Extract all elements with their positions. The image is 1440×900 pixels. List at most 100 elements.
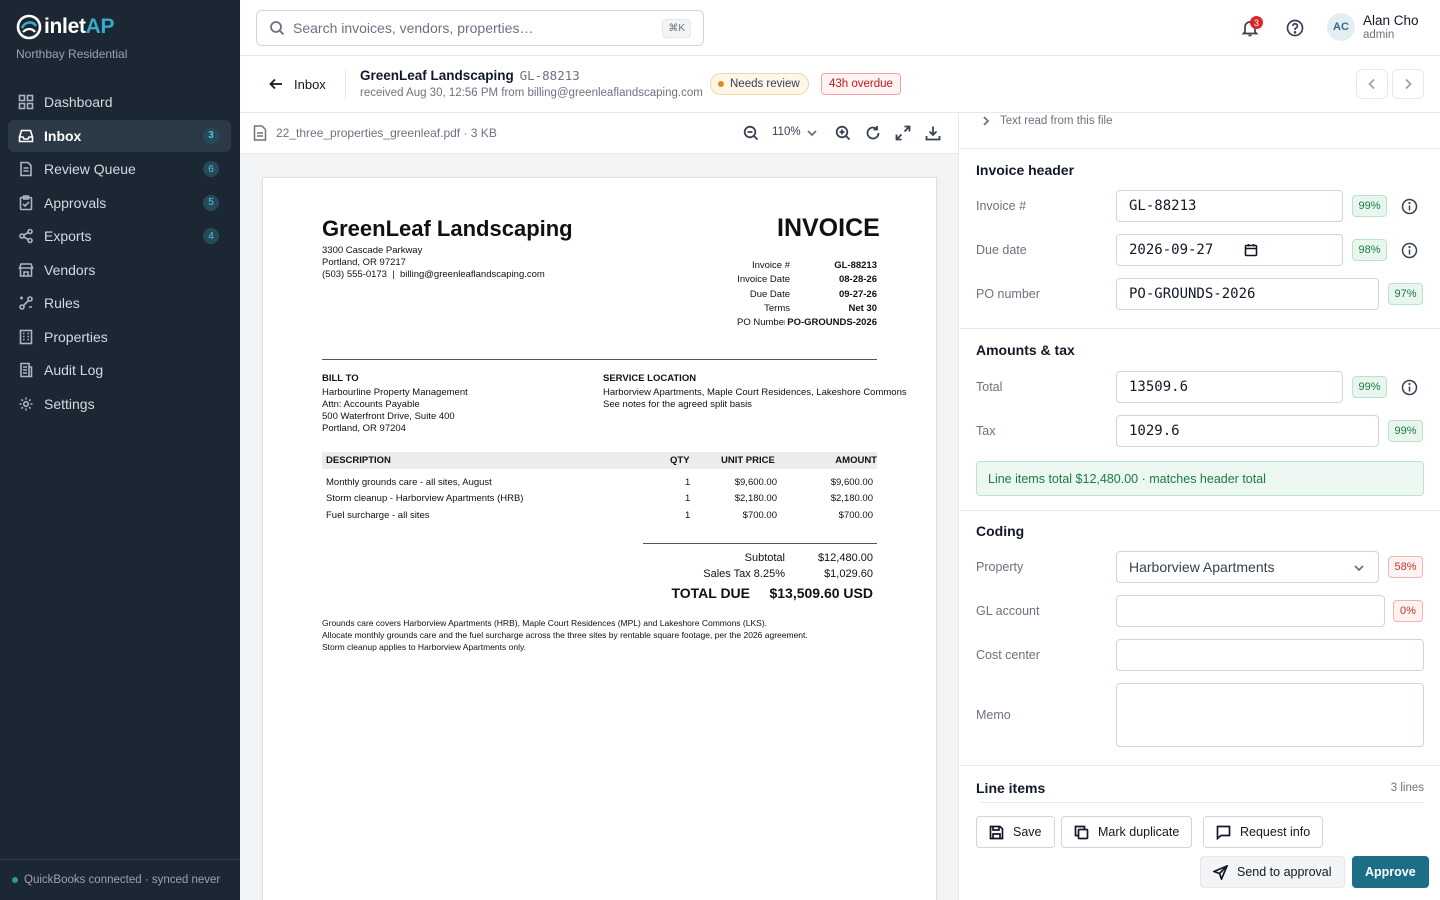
section-line-items-title: Line items xyxy=(976,780,1046,796)
sidebar-item-dashboard[interactable]: Dashboard xyxy=(8,86,231,118)
vendor-name: GreenLeaf Landscaping xyxy=(360,68,514,83)
sidebar-item-rules[interactable]: Rules xyxy=(8,287,231,319)
column-header-amount: AMOUNT xyxy=(835,455,877,466)
mark-duplicate-button[interactable]: Mark duplicate xyxy=(1061,816,1193,848)
sidebar-item-label: Exports xyxy=(44,228,92,244)
sync-status-text: QuickBooks connected · synced never xyxy=(24,874,221,886)
invoice-number-label: Invoice # xyxy=(976,199,1027,213)
fullscreen-icon[interactable] xyxy=(895,125,911,141)
copy-icon xyxy=(1074,825,1089,839)
invoice-vendor-address-2: Portland, OR 97217 xyxy=(322,257,406,268)
sidebar-count-badge: 4 xyxy=(203,228,219,244)
sidebar-count-badge: 6 xyxy=(203,161,219,177)
sidebar-item-properties[interactable]: Properties xyxy=(8,321,231,353)
user-name: Alan Cho xyxy=(1363,13,1419,28)
po-number-field[interactable]: PO-GROUNDS-2026 xyxy=(1116,278,1379,310)
invoice-number-field[interactable]: GL-88213 xyxy=(1116,190,1343,222)
back-label: Inbox xyxy=(294,76,326,92)
info-icon[interactable] xyxy=(1401,242,1418,259)
zoom-in-icon[interactable] xyxy=(835,125,851,141)
zoom-level[interactable]: 110% xyxy=(772,126,801,138)
gl-account-label: GL account xyxy=(976,604,1040,618)
confidence-badge: 99% xyxy=(1352,376,1387,398)
help-icon[interactable] xyxy=(1285,18,1305,38)
invoice-meta-label: Invoice # xyxy=(751,260,790,271)
dashboard-icon xyxy=(18,94,34,110)
send-to-approval-button[interactable]: Send to approval xyxy=(1200,856,1345,888)
sidebar-item-exports[interactable]: Exports 4 xyxy=(8,220,231,252)
brand-name: inletAP xyxy=(44,15,115,38)
sync-status: QuickBooks connected · synced never xyxy=(0,859,240,900)
sidebar-item-audit-log[interactable]: Audit Log xyxy=(8,354,231,386)
invoice-vendor-contact: (503) 555-0173 | billing@greenleaflandsc… xyxy=(322,269,545,280)
service-location-line: Harborview Apartments, Maple Court Resid… xyxy=(603,387,907,398)
sidebar-item-settings[interactable]: Settings xyxy=(8,388,231,420)
property-select[interactable]: Harborview Apartments xyxy=(1116,551,1379,583)
line-item-unit-price: $700.00 xyxy=(742,510,777,521)
invoice-doc-type: INVOICE xyxy=(777,214,880,242)
sidebar-item-vendors[interactable]: Vendors xyxy=(8,254,231,286)
sidebar-item-approvals[interactable]: Approvals 5 xyxy=(8,187,231,219)
file-name: 22_three_properties_greenleaf.pdf · 3 KB xyxy=(276,126,497,140)
rotate-icon[interactable] xyxy=(865,125,881,141)
zoom-out-icon[interactable] xyxy=(743,125,759,141)
invoice-vendor-name: GreenLeaf Landscaping xyxy=(322,216,573,241)
cost-center-label: Cost center xyxy=(976,648,1040,662)
back-to-inbox-link[interactable]: Inbox xyxy=(268,76,326,92)
next-invoice-button[interactable] xyxy=(1392,69,1424,99)
log-icon xyxy=(20,362,33,378)
arrow-left-icon xyxy=(269,78,282,90)
invoice-meta-value: PO-GROUNDS-2026 xyxy=(787,317,877,328)
subtotal-label: Subtotal xyxy=(744,552,785,564)
po-number-label: PO number xyxy=(976,287,1040,301)
logo-icon xyxy=(16,14,42,40)
cost-center-field[interactable] xyxy=(1116,639,1424,671)
divider xyxy=(960,148,1440,149)
sidebar-item-label: Rules xyxy=(44,295,80,311)
bill-to-line: Portland, OR 97204 xyxy=(322,423,406,434)
memo-field[interactable] xyxy=(1116,683,1424,747)
search-input[interactable] xyxy=(293,20,653,36)
service-location-line: See notes for the agreed split basis xyxy=(603,399,752,410)
search-box[interactable]: ⌘K xyxy=(256,10,704,46)
invoice-meta-value: 09-27-26 xyxy=(838,289,877,300)
line-items-count: 3 lines xyxy=(1390,782,1424,794)
avatar[interactable]: AC xyxy=(1327,13,1355,41)
previous-invoice-button[interactable] xyxy=(1356,69,1388,99)
brand[interactable]: inletAP xyxy=(16,14,115,40)
info-icon[interactable] xyxy=(1401,379,1418,396)
gear-icon xyxy=(19,397,33,410)
total-due-value: $13,509.60 USD xyxy=(769,585,873,601)
page-title: GreenLeaf Landscaping GL-88213 xyxy=(360,68,580,83)
info-icon[interactable] xyxy=(1401,198,1418,215)
request-info-button[interactable]: Request info xyxy=(1203,816,1324,848)
sidebar-item-inbox[interactable]: Inbox 3 xyxy=(8,119,231,152)
approve-label: Approve xyxy=(1365,865,1416,879)
tax-field[interactable]: 1029.6 xyxy=(1116,415,1379,447)
approve-button[interactable]: Approve xyxy=(1352,856,1429,888)
sidebar-item-review-queue[interactable]: Review Queue 6 xyxy=(8,153,231,185)
invoice-header-bar: Inbox GreenLeaf Landscaping GL-88213 rec… xyxy=(240,56,1440,113)
sidebar-item-label: Approvals xyxy=(44,194,107,211)
file-icon xyxy=(253,125,267,141)
status-label: Needs review xyxy=(730,78,800,90)
request-info-label: Request info xyxy=(1240,825,1311,839)
send-to-approval-label: Send to approval xyxy=(1237,865,1332,879)
confidence-badge: 97% xyxy=(1388,283,1423,305)
sidebar-item-label: Inbox xyxy=(44,127,82,144)
building-icon xyxy=(19,329,33,344)
viewer-toolbar: 22_three_properties_greenleaf.pdf · 3 KB… xyxy=(240,113,958,154)
tax-value: $1,029.60 xyxy=(824,568,873,580)
text-read-toggle[interactable]: Text read from this file xyxy=(980,113,1112,129)
due-date-field[interactable]: 2026-09-27 xyxy=(1116,234,1343,266)
chevron-down-icon[interactable] xyxy=(805,126,819,140)
gl-account-field[interactable] xyxy=(1116,595,1385,627)
save-button[interactable]: Save xyxy=(976,816,1055,848)
calendar-icon[interactable] xyxy=(1244,243,1258,257)
sidebar-count-badge: 5 xyxy=(203,194,219,211)
line-item-amount: $9,600.00 xyxy=(830,477,873,488)
total-field[interactable]: 13509.6 xyxy=(1116,371,1343,403)
column-header-description: DESCRIPTION xyxy=(326,455,391,466)
sidebar-count-badge: 3 xyxy=(203,127,219,144)
download-icon[interactable] xyxy=(925,125,941,141)
